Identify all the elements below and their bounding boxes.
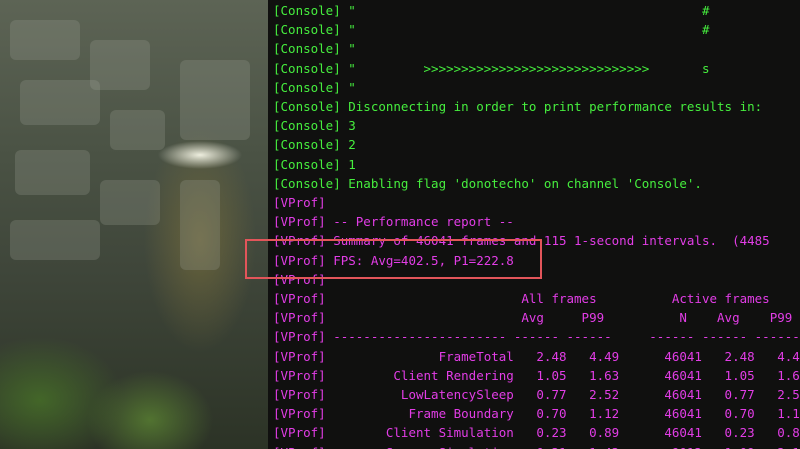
vprof-line: [VProf] Client Rendering 1.05 1.63 46041…: [273, 367, 800, 383]
vprof-line: [VProf] FrameTotal 2.48 4.49 46041 2.48 …: [273, 348, 800, 364]
vprof-line: [VProf] FPS: Avg=402.5, P1=222.8: [273, 252, 514, 268]
console-output[interactable]: [Console] " # [Console] " # [Console] " [Co…: [268, 0, 800, 449]
console-line: [Console] " #: [273, 3, 710, 18]
console-line: [Console] Disconnecting in order to prin…: [273, 99, 763, 114]
vprof-line: [VProf] Summary of 46041 frames and 115 …: [273, 233, 770, 249]
console-line: [Console] " >>>>>>>>>>>>>>>>>>>>>>>>>>>>…: [273, 60, 710, 76]
console-line: [Console] 2: [273, 137, 356, 153]
console-line: [Console] ": [273, 41, 356, 57]
console-line: [Console] 1: [273, 156, 356, 172]
vprof-line: [VProf]: [273, 271, 326, 287]
console-line: [Console] 3: [273, 118, 356, 134]
vprof-line: [VProf] All frames Active frames: [273, 291, 770, 306]
vprof-line: [VProf] ----------------------- ------ -…: [273, 329, 800, 345]
vprof-line: [VProf]: [273, 195, 326, 210]
vprof-line: [VProf] Client Simulation 0.23 0.89 4604…: [273, 425, 800, 441]
console-line: [Console] ": [273, 79, 356, 95]
vprof-line: [VProf] Avg P99 N Avg P99: [273, 310, 793, 326]
vprof-line: [VProf] -- Performance report --: [273, 214, 514, 230]
vprof-line: [VProf] LowLatencySleep 0.77 2.52 46041 …: [273, 387, 800, 402]
vprof-line: [VProf] Frame Boundary 0.70 1.12 46041 0…: [273, 406, 800, 422]
console-line: [Console] Enabling flag 'donotecho' on c…: [273, 175, 702, 191]
console-line: [Console] " #: [273, 22, 710, 38]
game-background-scene: [0, 0, 268, 449]
vprof-line: [VProf] Server Simulation 0.21 1.42 9012…: [273, 443, 800, 449]
